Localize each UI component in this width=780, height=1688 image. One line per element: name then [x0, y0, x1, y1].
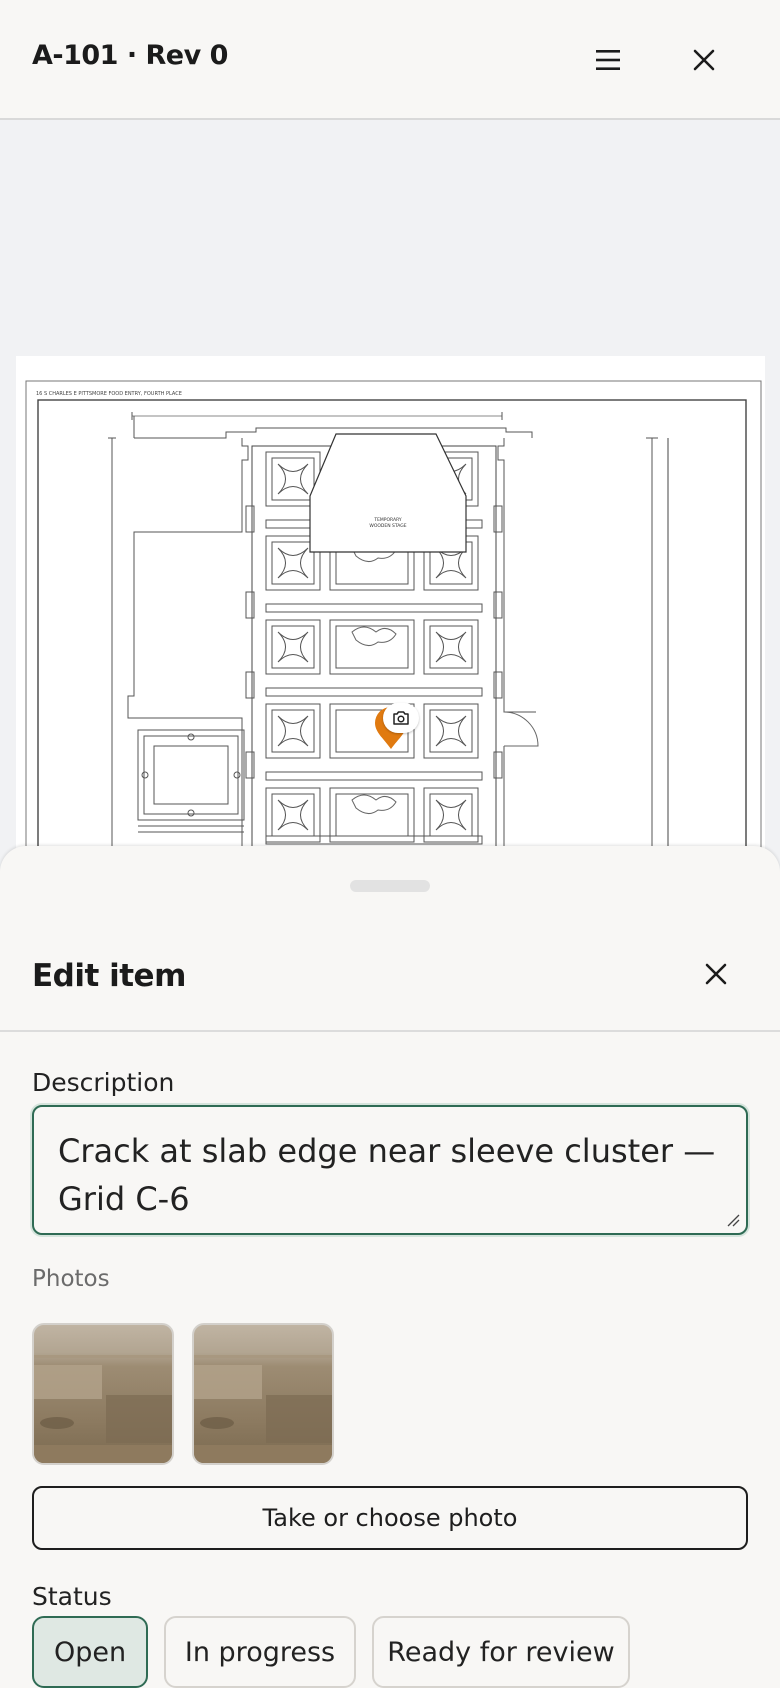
close-viewer-button[interactable]: [680, 36, 728, 84]
take-or-choose-photo-button[interactable]: Take or choose photo: [32, 1486, 748, 1550]
photos-label: Photos: [32, 1266, 110, 1292]
sheet-title: Edit item: [32, 958, 186, 994]
status-option-ready-for-review[interactable]: Ready for review: [372, 1616, 630, 1688]
close-icon: [705, 963, 727, 985]
description-label: Description: [32, 1068, 175, 1097]
description-value: Crack at slab edge near sleeve cluster —…: [58, 1132, 716, 1218]
hamburger-menu-icon: [596, 50, 620, 70]
close-icon: [693, 49, 715, 71]
close-sheet-button[interactable]: [692, 950, 740, 998]
sheet-divider: [0, 1030, 780, 1032]
menu-button[interactable]: [584, 36, 632, 84]
edit-item-sheet: Edit item Description Crack at slab edge…: [0, 846, 780, 1688]
floor-plan-drawing[interactable]: 16 S CHARLES E PITTSMORE FOOD ENTRY, FOU…: [16, 356, 765, 862]
sheet-drag-handle[interactable]: [350, 880, 430, 892]
camera-icon: [393, 711, 409, 725]
photo-thumbnail[interactable]: [192, 1323, 334, 1465]
photo-marker-badge[interactable]: [383, 703, 419, 733]
sheet-revision-title: A-101 · Rev 0: [32, 40, 228, 71]
photo-thumbnail[interactable]: [32, 1323, 174, 1465]
status-option-in-progress[interactable]: In progress: [164, 1616, 356, 1688]
top-bar: A-101 · Rev 0: [0, 0, 780, 120]
status-option-open[interactable]: Open: [32, 1616, 148, 1688]
drawing-caption: 16 S CHARLES E PITTSMORE FOOD ENTRY, FOU…: [36, 391, 182, 397]
status-label: Status: [32, 1582, 112, 1611]
floor-plan-svg: 16 S CHARLES E PITTSMORE FOOD ENTRY, FOU…: [25, 380, 762, 862]
stage-label-2: WOODEN STAGE: [369, 523, 406, 529]
resize-handle-icon[interactable]: [726, 1213, 740, 1227]
stage-label-1: TEMPORARY: [373, 517, 402, 523]
description-textarea[interactable]: Crack at slab edge near sleeve cluster —…: [32, 1105, 748, 1235]
